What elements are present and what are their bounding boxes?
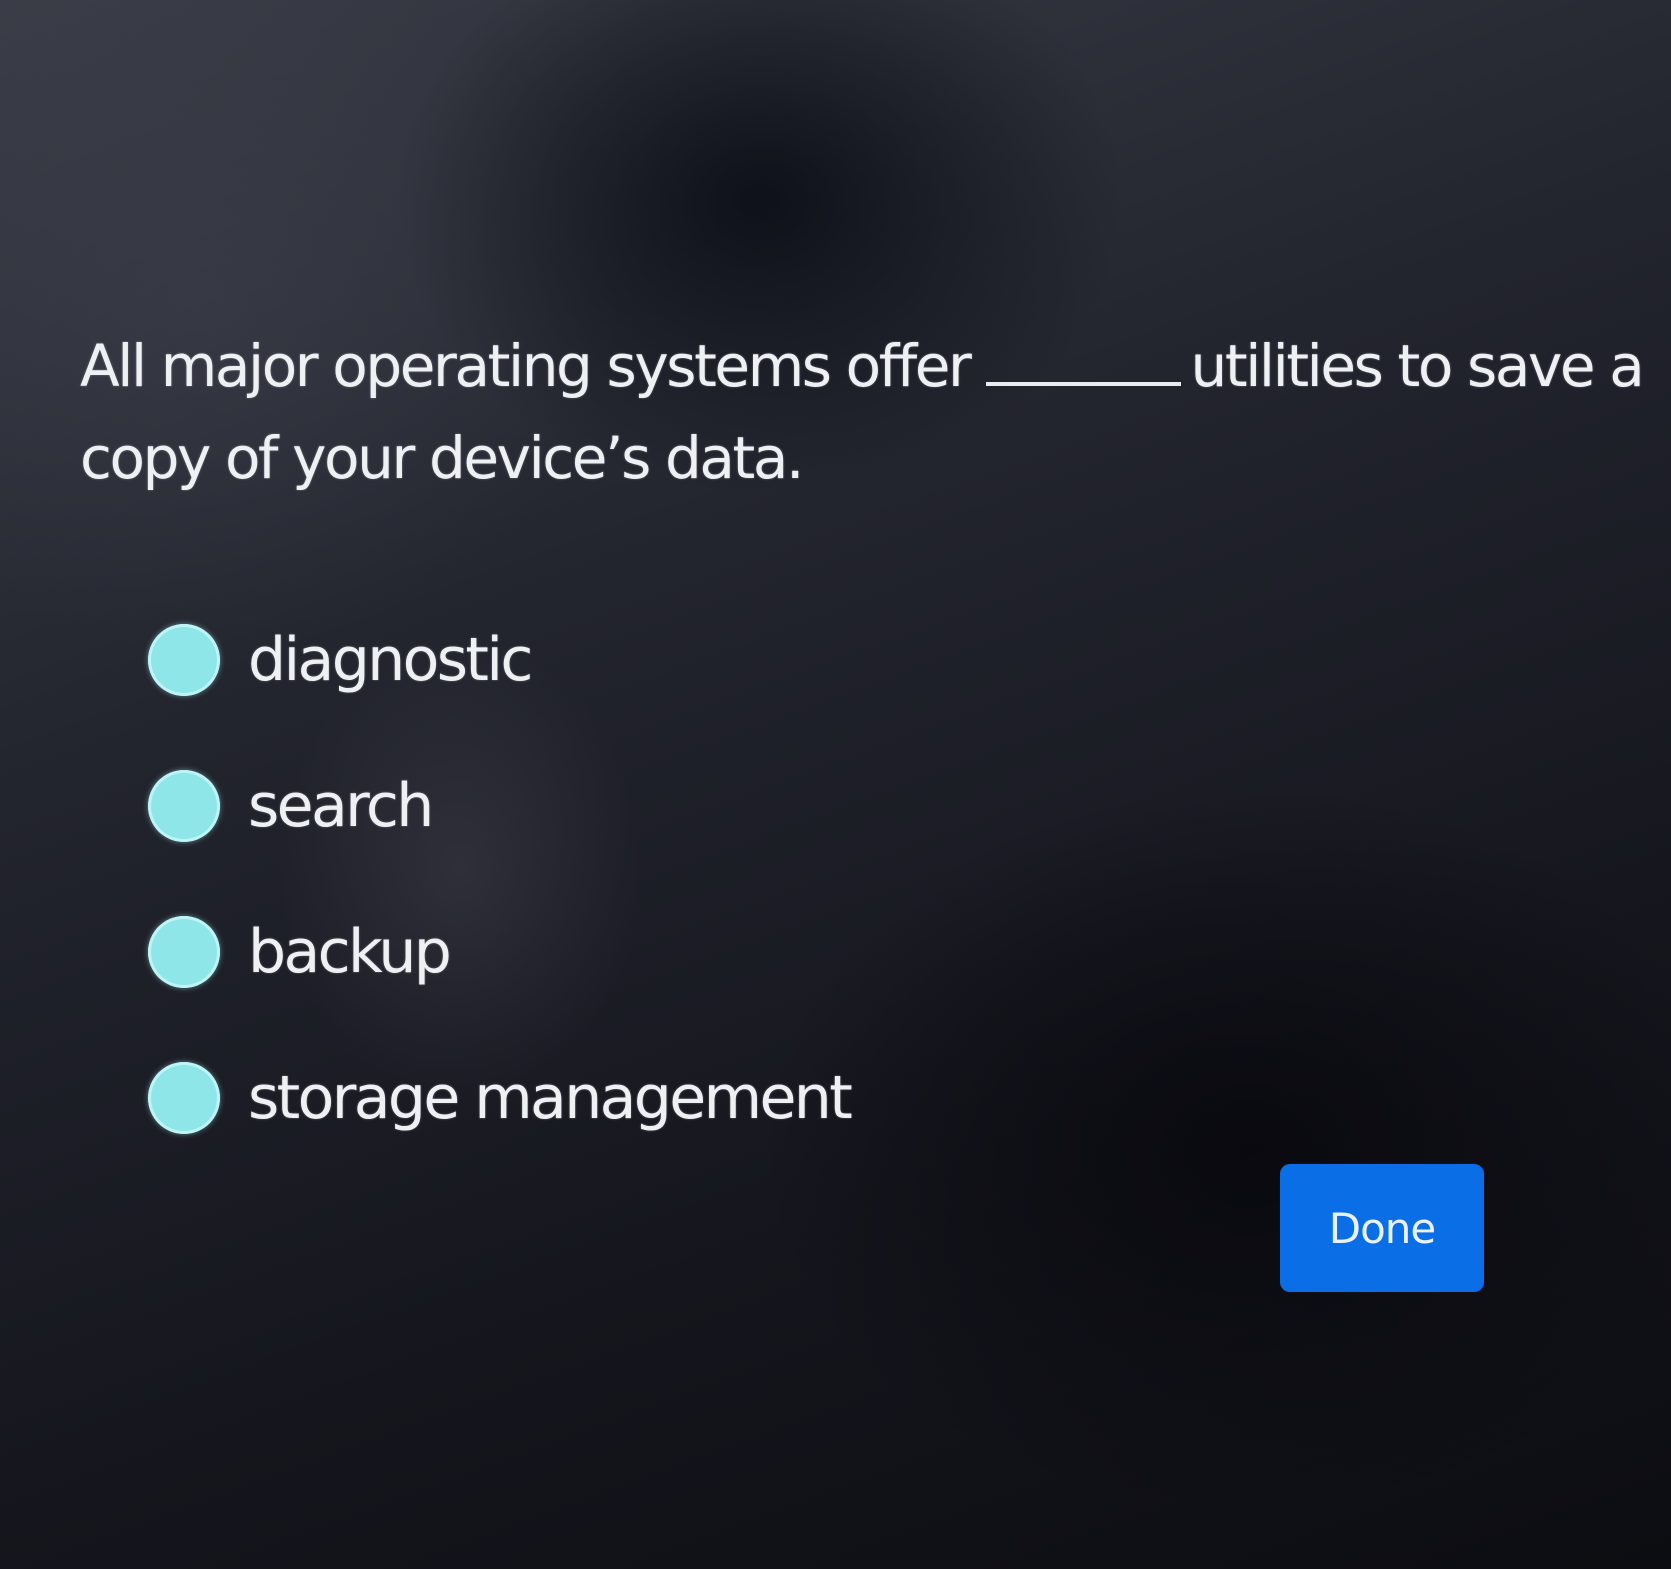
- question-text-before: All major operating systems offer: [80, 332, 972, 400]
- radio-button[interactable]: [148, 916, 220, 988]
- answer-options: diagnostic search backup storage managem…: [148, 612, 853, 1196]
- option-storage-management[interactable]: storage management: [148, 1050, 853, 1146]
- option-label: search: [248, 771, 434, 841]
- option-diagnostic[interactable]: diagnostic: [148, 612, 850, 708]
- radio-button[interactable]: [148, 624, 220, 696]
- done-button[interactable]: Done: [1280, 1164, 1484, 1292]
- option-search[interactable]: search: [148, 758, 850, 854]
- answer-blank: [985, 382, 1181, 386]
- option-label: diagnostic: [248, 625, 533, 695]
- option-label: storage management: [248, 1063, 853, 1133]
- option-backup[interactable]: backup: [148, 904, 850, 1000]
- radio-button[interactable]: [148, 770, 220, 842]
- quiz-screen: All major operating systems offer utiliti…: [0, 0, 1671, 1569]
- question-text: All major operating systems offer utiliti…: [80, 320, 1660, 504]
- option-label: backup: [248, 917, 452, 987]
- radio-button[interactable]: [148, 1062, 220, 1134]
